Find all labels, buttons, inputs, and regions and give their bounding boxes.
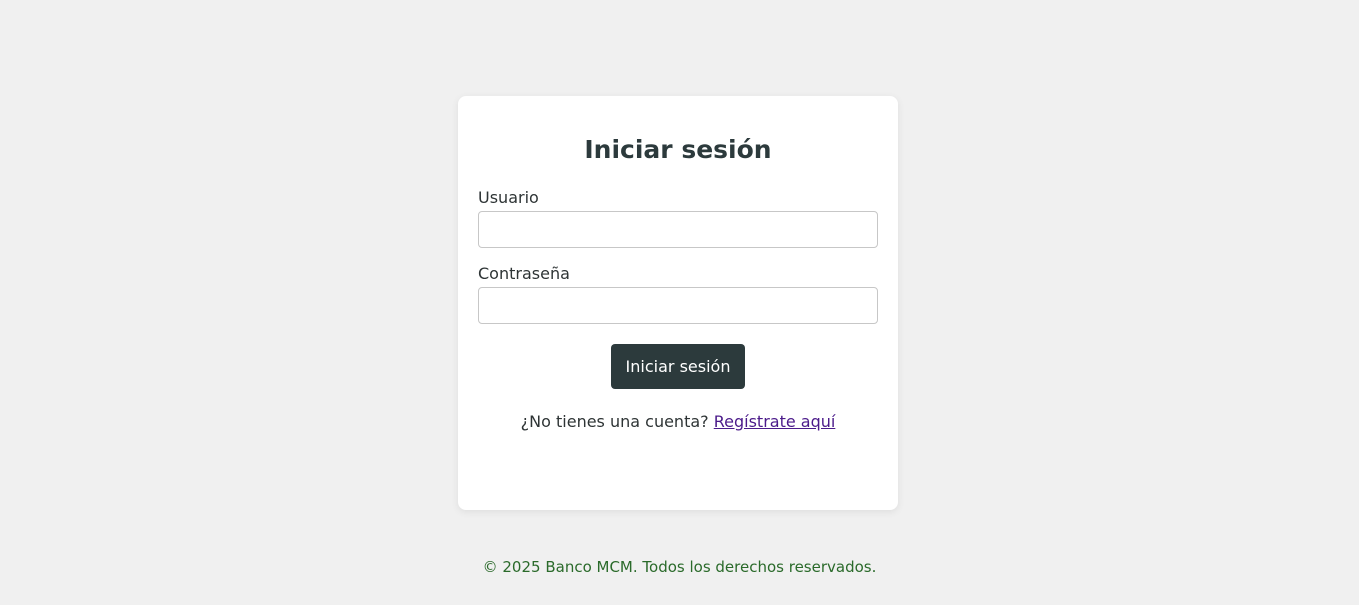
- username-input[interactable]: [478, 211, 878, 248]
- username-label: Usuario: [478, 188, 539, 207]
- login-card: Iniciar sesión Usuario Contraseña Inicia…: [458, 96, 898, 510]
- register-prompt-line: ¿No tienes una cuenta? Regístrate aquí: [458, 411, 898, 433]
- register-link[interactable]: Regístrate aquí: [714, 412, 836, 431]
- register-prompt-text: ¿No tienes una cuenta?: [520, 412, 709, 431]
- page: Iniciar sesión Usuario Contraseña Inicia…: [0, 0, 1359, 605]
- password-label: Contraseña: [478, 264, 570, 283]
- login-button[interactable]: Iniciar sesión: [611, 344, 745, 389]
- password-input[interactable]: [478, 287, 878, 324]
- footer-copyright: © 2025 Banco MCM. Todos los derechos res…: [482, 558, 877, 576]
- page-title: Iniciar sesión: [584, 135, 772, 164]
